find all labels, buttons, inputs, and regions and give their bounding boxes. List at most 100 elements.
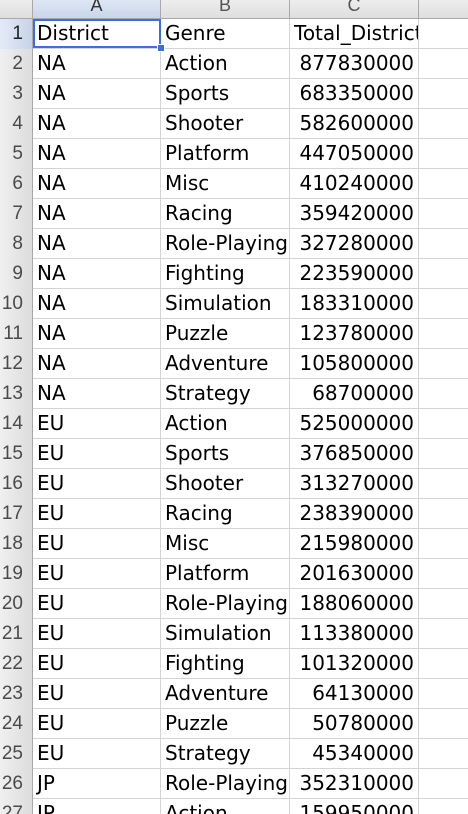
cell-genre[interactable]: Adventure bbox=[161, 349, 290, 378]
cell-total-sales[interactable]: 582600000 bbox=[290, 109, 419, 138]
cell-empty[interactable] bbox=[419, 409, 468, 438]
cell-district[interactable]: NA bbox=[33, 139, 161, 168]
cell-genre[interactable]: Misc bbox=[161, 169, 290, 198]
cell-genre[interactable]: Simulation bbox=[161, 289, 290, 318]
cell-empty[interactable] bbox=[419, 259, 468, 288]
cell-district[interactable]: EU bbox=[33, 559, 161, 588]
row-header[interactable]: 24 bbox=[0, 709, 33, 739]
row-header[interactable]: 18 bbox=[0, 529, 33, 559]
cell-empty[interactable] bbox=[419, 679, 468, 708]
cell-district[interactable]: EU bbox=[33, 529, 161, 558]
cell-total-sales[interactable]: 113380000 bbox=[290, 619, 419, 648]
row-header[interactable]: 17 bbox=[0, 499, 33, 529]
cell-district[interactable]: NA bbox=[33, 289, 161, 318]
row-header[interactable]: 16 bbox=[0, 469, 33, 499]
cell-empty[interactable] bbox=[419, 649, 468, 678]
cell-total-sales[interactable]: Total_District_Sal bbox=[290, 19, 419, 48]
cell-total-sales[interactable]: 376850000 bbox=[290, 439, 419, 468]
cell-total-sales[interactable]: 327280000 bbox=[290, 229, 419, 258]
cell-district[interactable]: EU bbox=[33, 439, 161, 468]
cell-genre[interactable]: Action bbox=[161, 799, 290, 814]
cell-total-sales[interactable]: 877830000 bbox=[290, 49, 419, 78]
cell-genre[interactable]: Racing bbox=[161, 199, 290, 228]
cell-district[interactable]: NA bbox=[33, 199, 161, 228]
cell-genre[interactable]: Platform bbox=[161, 559, 290, 588]
cell-district[interactable]: EU bbox=[33, 739, 161, 768]
cell-empty[interactable] bbox=[419, 19, 468, 48]
cell-district[interactable]: EU bbox=[33, 679, 161, 708]
cell-district[interactable]: EU bbox=[33, 409, 161, 438]
cell-empty[interactable] bbox=[419, 529, 468, 558]
cell-total-sales[interactable]: 68700000 bbox=[290, 379, 419, 408]
row-header[interactable]: 20 bbox=[0, 589, 33, 619]
cell-total-sales[interactable]: 447050000 bbox=[290, 139, 419, 168]
row-header[interactable]: 2 bbox=[0, 49, 33, 79]
cell-empty[interactable] bbox=[419, 169, 468, 198]
cell-genre[interactable]: Puzzle bbox=[161, 709, 290, 738]
cell-total-sales[interactable]: 45340000 bbox=[290, 739, 419, 768]
cell-genre[interactable]: Puzzle bbox=[161, 319, 290, 348]
row-header[interactable]: 15 bbox=[0, 439, 33, 469]
cell-district[interactable]: NA bbox=[33, 349, 161, 378]
cell-empty[interactable] bbox=[419, 289, 468, 318]
cell-empty[interactable] bbox=[419, 499, 468, 528]
cell-total-sales[interactable]: 359420000 bbox=[290, 199, 419, 228]
row-header[interactable]: 9 bbox=[0, 259, 33, 289]
cell-empty[interactable] bbox=[419, 109, 468, 138]
cell-genre[interactable]: Action bbox=[161, 409, 290, 438]
row-header[interactable]: 12 bbox=[0, 349, 33, 379]
cell-total-sales[interactable]: 313270000 bbox=[290, 469, 419, 498]
row-header[interactable]: 5 bbox=[0, 139, 33, 169]
cell-genre[interactable]: Adventure bbox=[161, 679, 290, 708]
row-header[interactable]: 1 bbox=[0, 19, 33, 49]
cell-empty[interactable] bbox=[419, 769, 468, 798]
cell-district[interactable]: NA bbox=[33, 169, 161, 198]
row-header[interactable]: 19 bbox=[0, 559, 33, 589]
cell-total-sales[interactable]: 50780000 bbox=[290, 709, 419, 738]
column-header-b[interactable]: B bbox=[161, 0, 290, 18]
cell-empty[interactable] bbox=[419, 589, 468, 618]
cell-district[interactable]: NA bbox=[33, 79, 161, 108]
cell-empty[interactable] bbox=[419, 619, 468, 648]
row-header[interactable]: 26 bbox=[0, 769, 33, 799]
cell-empty[interactable] bbox=[419, 319, 468, 348]
row-header[interactable]: 11 bbox=[0, 319, 33, 349]
cell-total-sales[interactable]: 683350000 bbox=[290, 79, 419, 108]
cell-district[interactable]: NA bbox=[33, 229, 161, 258]
cell-empty[interactable] bbox=[419, 559, 468, 588]
fill-handle[interactable] bbox=[157, 44, 165, 52]
row-header[interactable]: 4 bbox=[0, 109, 33, 139]
column-header-a[interactable]: A bbox=[33, 0, 161, 18]
cell-total-sales[interactable]: 64130000 bbox=[290, 679, 419, 708]
cell-total-sales[interactable]: 410240000 bbox=[290, 169, 419, 198]
cell-total-sales[interactable]: 238390000 bbox=[290, 499, 419, 528]
cell-genre[interactable]: Platform bbox=[161, 139, 290, 168]
cell-empty[interactable] bbox=[419, 799, 468, 814]
cell-district[interactable]: EU bbox=[33, 709, 161, 738]
cell-genre[interactable]: Role-Playing bbox=[161, 229, 290, 258]
row-header[interactable]: 10 bbox=[0, 289, 33, 319]
cell-district[interactable]: EU bbox=[33, 619, 161, 648]
cell-district[interactable]: JP bbox=[33, 769, 161, 798]
cell-total-sales[interactable]: 201630000 bbox=[290, 559, 419, 588]
row-header[interactable]: 23 bbox=[0, 679, 33, 709]
row-header[interactable]: 7 bbox=[0, 199, 33, 229]
cell-genre[interactable]: Sports bbox=[161, 439, 290, 468]
cell-total-sales[interactable]: 123780000 bbox=[290, 319, 419, 348]
cell-empty[interactable] bbox=[419, 79, 468, 108]
cell-empty[interactable] bbox=[419, 739, 468, 768]
row-header[interactable]: 21 bbox=[0, 619, 33, 649]
cell-genre[interactable]: Shooter bbox=[161, 469, 290, 498]
selected-cell-a1[interactable]: District bbox=[33, 19, 161, 48]
cell-district[interactable]: NA bbox=[33, 379, 161, 408]
cell-district[interactable]: NA bbox=[33, 319, 161, 348]
row-header[interactable]: 14 bbox=[0, 409, 33, 439]
row-header[interactable]: 27 bbox=[0, 799, 33, 814]
row-header[interactable]: 8 bbox=[0, 229, 33, 259]
row-header[interactable]: 13 bbox=[0, 379, 33, 409]
cell-genre[interactable]: Simulation bbox=[161, 619, 290, 648]
cell-empty[interactable] bbox=[419, 439, 468, 468]
cell-total-sales[interactable]: 352310000 bbox=[290, 769, 419, 798]
cell-genre[interactable]: Racing bbox=[161, 499, 290, 528]
cell-genre[interactable]: Fighting bbox=[161, 649, 290, 678]
